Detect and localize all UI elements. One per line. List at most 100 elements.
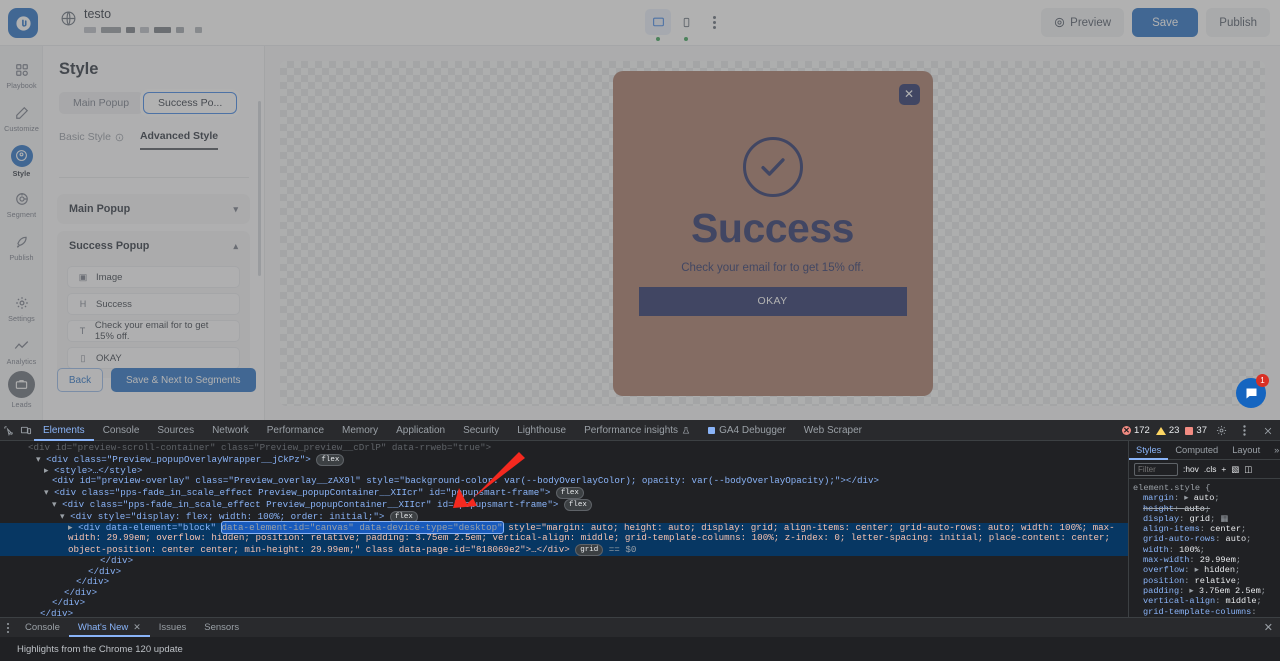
devtools-kebab-icon[interactable]: [1236, 420, 1253, 441]
dom-line[interactable]: <div id="preview-overlay" class="Preview…: [0, 475, 1128, 487]
declaration[interactable]: width: 100%;: [1133, 545, 1280, 555]
device-desktop-button[interactable]: [645, 9, 671, 41]
settings-gear-icon[interactable]: [1213, 420, 1230, 441]
devtools-tab-lighthouse[interactable]: Lighthouse: [508, 420, 575, 441]
accordion-header[interactable]: Main Popup ▾: [57, 194, 250, 224]
accordion-main-popup[interactable]: Main Popup ▾: [57, 194, 250, 224]
sidebar-item-settings[interactable]: Settings: [0, 289, 43, 327]
sidebar-item-playbook[interactable]: Playbook: [0, 56, 43, 94]
brand-logo-icon[interactable]: [8, 8, 38, 38]
styles-tab-computed[interactable]: Computed: [1168, 441, 1225, 460]
more-options-icon[interactable]: [705, 9, 723, 35]
declaration[interactable]: margin: ▸ auto;: [1133, 493, 1280, 503]
error-counter[interactable]: ✕ 172: [1121, 425, 1150, 436]
declaration[interactable]: height: auto;: [1133, 504, 1280, 514]
okay-button[interactable]: OKAY: [638, 286, 907, 316]
devtools-tab-web-scraper[interactable]: Web Scraper: [795, 420, 871, 441]
save-button[interactable]: Save: [1132, 8, 1199, 37]
close-icon[interactable]: ✕: [898, 83, 920, 105]
devtools-tab-ga4-debugger[interactable]: GA4 Debugger: [699, 420, 795, 441]
sidebar-item-segment[interactable]: Segment: [0, 185, 43, 223]
preview-button[interactable]: Preview: [1041, 8, 1125, 37]
declaration[interactable]: padding: ▸ 3.75em 2.5em;: [1133, 586, 1280, 596]
tab-success-popup[interactable]: Success Po...: [143, 92, 238, 114]
declaration[interactable]: overflow: ▸ hidden;: [1133, 565, 1280, 575]
dom-line[interactable]: ▾ <div class="Preview_popupOverlayWrappe…: [0, 453, 1128, 466]
device-mobile-button[interactable]: [673, 9, 699, 41]
device-toolbar-icon[interactable]: [17, 420, 34, 441]
dom-line[interactable]: </div>: [0, 587, 1128, 599]
dom-line[interactable]: ▾ <div class="pps-fade_in_scale_effect P…: [0, 498, 1128, 511]
dom-line[interactable]: </div>: [0, 598, 1128, 609]
layer-item-image[interactable]: ▣ Image: [67, 266, 240, 288]
chat-widget-button[interactable]: 1: [1236, 374, 1269, 408]
devtools-tab-sources[interactable]: Sources: [148, 420, 203, 441]
styles-tab-layout[interactable]: Layout: [1225, 441, 1267, 460]
drawer-tab-sensors[interactable]: Sensors: [195, 618, 248, 637]
devtools-tab-memory[interactable]: Memory: [333, 420, 387, 441]
devtools-tab-performance[interactable]: Performance: [258, 420, 333, 441]
inspect-element-icon[interactable]: [0, 420, 17, 441]
issue-counter[interactable]: 37: [1185, 425, 1207, 436]
dom-tree[interactable]: <div id="preview-scroll-container" class…: [0, 441, 1128, 623]
devtools-tab-elements[interactable]: Elements: [34, 420, 94, 441]
styles-filter-input[interactable]: [1134, 462, 1178, 476]
styles-tab-overflow-icon[interactable]: »: [1267, 441, 1280, 460]
declaration[interactable]: grid-auto-rows: auto;: [1133, 534, 1280, 544]
layout-badge[interactable]: flex: [389, 510, 418, 523]
layer-item-text[interactable]: T Check your email for to get 15% off.: [67, 320, 240, 342]
computed-sidebar-icon[interactable]: ◫: [1244, 464, 1252, 474]
tab-advanced-style[interactable]: Advanced Style: [139, 130, 219, 150]
tab-basic-style[interactable]: Basic Style: [59, 131, 124, 149]
devtools-tab-security[interactable]: Security: [454, 420, 508, 441]
save-next-segments-button[interactable]: Save & Next to Segments: [111, 368, 256, 392]
layout-badge[interactable]: grid: [575, 543, 604, 556]
warning-counter[interactable]: 23: [1155, 425, 1179, 436]
layer-item-button[interactable]: ▯ OKAY: [67, 347, 240, 369]
drawer-close-icon[interactable]: ✕: [1264, 621, 1273, 634]
declaration[interactable]: display: grid; ▦: [1133, 514, 1280, 524]
class-toggle[interactable]: .cls: [1204, 464, 1217, 474]
drawer-tab-issues[interactable]: Issues: [150, 618, 195, 637]
back-button[interactable]: Back: [57, 368, 103, 392]
publish-button[interactable]: Publish: [1206, 8, 1270, 37]
dom-line[interactable]: ▾ <div class="pps-fade_in_scale_effect P…: [0, 486, 1128, 499]
grid-editor-icon[interactable]: ▦: [1220, 514, 1228, 524]
devtools-tab-console[interactable]: Console: [94, 420, 149, 441]
sidebar-item-analytics[interactable]: Analytics: [0, 332, 43, 370]
dom-line[interactable]: </div>: [0, 555, 1128, 567]
accordion-header[interactable]: Success Popup ▴: [57, 231, 250, 261]
layer-item-heading[interactable]: H Success: [67, 293, 240, 315]
sidebar-item-customize[interactable]: Customize: [0, 99, 43, 137]
element-state-icon[interactable]: ▧: [1231, 464, 1239, 474]
tab-main-popup[interactable]: Main Popup: [59, 92, 144, 114]
drawer-tab-close-icon[interactable]: ✕: [133, 622, 141, 633]
layout-badge[interactable]: flex: [316, 453, 345, 466]
declaration[interactable]: max-width: 29.99em;: [1133, 555, 1280, 565]
sidebar-item-style[interactable]: Style: [0, 142, 43, 180]
drawer-tab-whats-new[interactable]: What's New ✕: [69, 618, 150, 637]
styles-tab-styles[interactable]: Styles: [1129, 441, 1168, 460]
drawer-tab-console[interactable]: Console: [16, 618, 69, 637]
panel-scrollbar[interactable]: [258, 101, 261, 276]
layout-badge[interactable]: flex: [563, 498, 592, 511]
dom-line[interactable]: </div>: [0, 566, 1128, 578]
sidebar-item-publish[interactable]: Publish: [0, 228, 43, 266]
declaration[interactable]: vertical-align: middle;: [1133, 596, 1280, 606]
devtools-close-icon[interactable]: [1259, 420, 1276, 441]
devtools-tab-network[interactable]: Network: [203, 420, 258, 441]
declaration[interactable]: align-items: center;: [1133, 524, 1280, 534]
declaration[interactable]: position: relative;: [1133, 576, 1280, 586]
selected-node-highlight[interactable]: data-element-id="canvas" data-device-typ…: [220, 520, 504, 534]
layout-badge[interactable]: flex: [555, 486, 584, 499]
dom-line[interactable]: </div>: [0, 576, 1128, 588]
drawer-kebab-icon[interactable]: [0, 622, 16, 633]
info-icon[interactable]: [115, 133, 124, 142]
devtools-tab-application[interactable]: Application: [387, 420, 454, 441]
dom-line[interactable]: <div id="preview-scroll-container" class…: [0, 442, 1128, 454]
hover-state-toggle[interactable]: :hov: [1183, 464, 1199, 474]
workspace-avatar[interactable]: [8, 371, 35, 398]
dom-selected-node[interactable]: ▸ <div data-element="block" data-element…: [0, 520, 1128, 556]
devtools-tab-performance-insights[interactable]: Performance insights: [575, 420, 699, 441]
new-style-rule-icon[interactable]: +: [1221, 464, 1226, 474]
